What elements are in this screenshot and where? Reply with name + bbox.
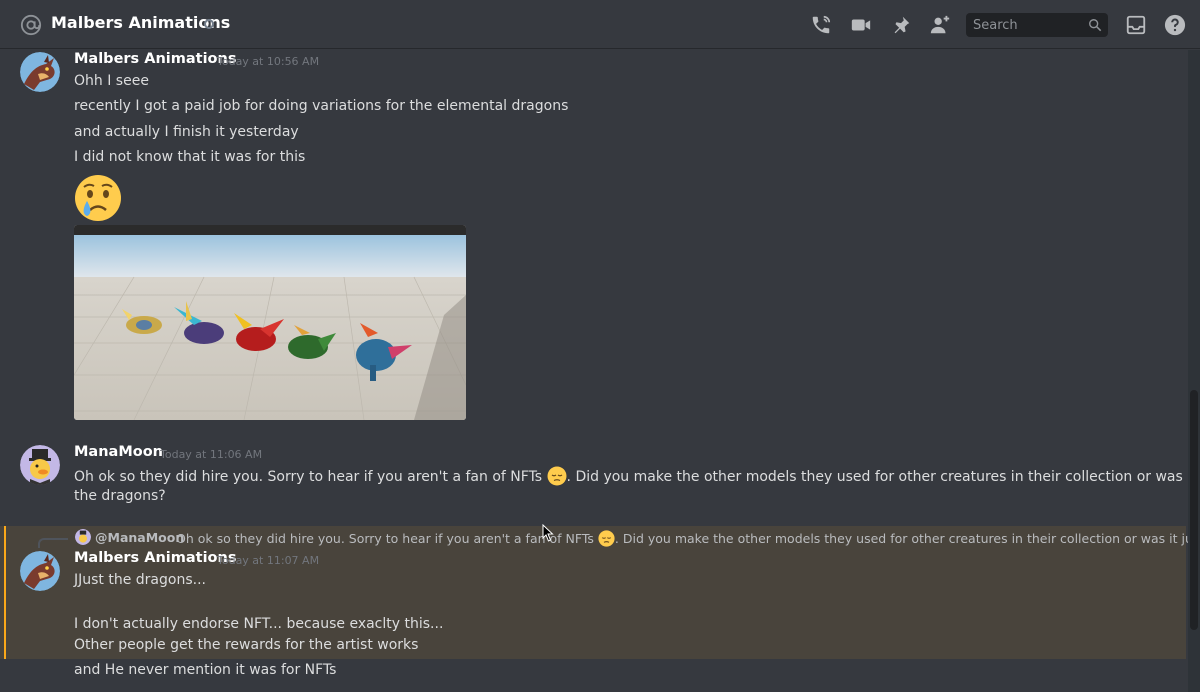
message-line: I did not know that it was for this <box>74 149 306 165</box>
inbox-icon[interactable] <box>1125 14 1147 36</box>
message-text: . Did you make the other models they use… <box>566 469 1200 485</box>
message-list: Malbers Animations Today at 10:56 AM Ohh… <box>0 50 1200 692</box>
channel-header: Malbers Animations <box>0 0 1200 49</box>
username[interactable]: Malbers Animations <box>74 51 236 67</box>
message-line: and actually I finish it yesterday <box>74 124 299 140</box>
avatar[interactable] <box>20 52 60 92</box>
avatar[interactable] <box>20 551 60 591</box>
pensive-face-icon <box>598 530 615 547</box>
message-text: Oh ok so they did hire you. Sorry to hea… <box>74 469 543 485</box>
add-member-icon[interactable] <box>929 14 951 36</box>
timestamp: Today at 11:06 AM <box>160 448 263 461</box>
offline-status-icon <box>204 19 214 29</box>
reply-avatar[interactable] <box>75 529 91 545</box>
timestamp: Today at 11:07 AM <box>217 554 320 567</box>
help-icon[interactable] <box>1164 14 1186 36</box>
message-line: recently I got a paid job for doing vari… <box>74 98 569 114</box>
username[interactable]: ManaMoon <box>74 444 163 460</box>
reply-spine <box>38 538 68 548</box>
dragon-models-screenshot[interactable] <box>74 225 466 420</box>
video-icon[interactable] <box>850 14 872 36</box>
message-line: the dragons? <box>74 488 166 504</box>
message-line: and He never mention it was for NFTs <box>74 662 337 678</box>
message-line: JJust the dragons... <box>74 572 206 588</box>
search-icon <box>1089 19 1102 32</box>
scrollbar-track[interactable] <box>1188 50 1200 692</box>
crying-face-icon <box>75 175 121 221</box>
search-box[interactable] <box>966 13 1108 37</box>
message-line: Oh ok so they did hire you. Sorry to hea… <box>74 466 1200 486</box>
pin-icon[interactable] <box>890 14 912 36</box>
mention-bar <box>4 526 6 659</box>
at-icon <box>20 14 42 36</box>
scrollbar-thumb[interactable] <box>1190 390 1198 630</box>
avatar[interactable] <box>20 445 60 485</box>
reply-username[interactable]: @ManaMoon <box>95 530 184 545</box>
search-input[interactable] <box>966 13 1086 37</box>
reply-preview[interactable]: Oh ok so they did hire you. Sorry to hea… <box>176 530 1200 547</box>
username[interactable]: Malbers Animations <box>74 550 236 566</box>
reply-preview-text: . Did you make the other models they use… <box>614 531 1200 546</box>
message-line: Other people get the rewards for the art… <box>74 637 419 653</box>
mouse-cursor-icon <box>542 524 554 542</box>
reply-preview-text: Oh ok so they did hire you. Sorry to hea… <box>176 531 594 546</box>
phone-call-icon[interactable] <box>810 14 832 36</box>
message-line: Ohh I seee <box>74 73 149 89</box>
timestamp: Today at 10:56 AM <box>217 55 320 68</box>
message-line: I don't actually endorse NFT... because … <box>74 616 444 632</box>
pensive-face-icon <box>547 466 567 486</box>
